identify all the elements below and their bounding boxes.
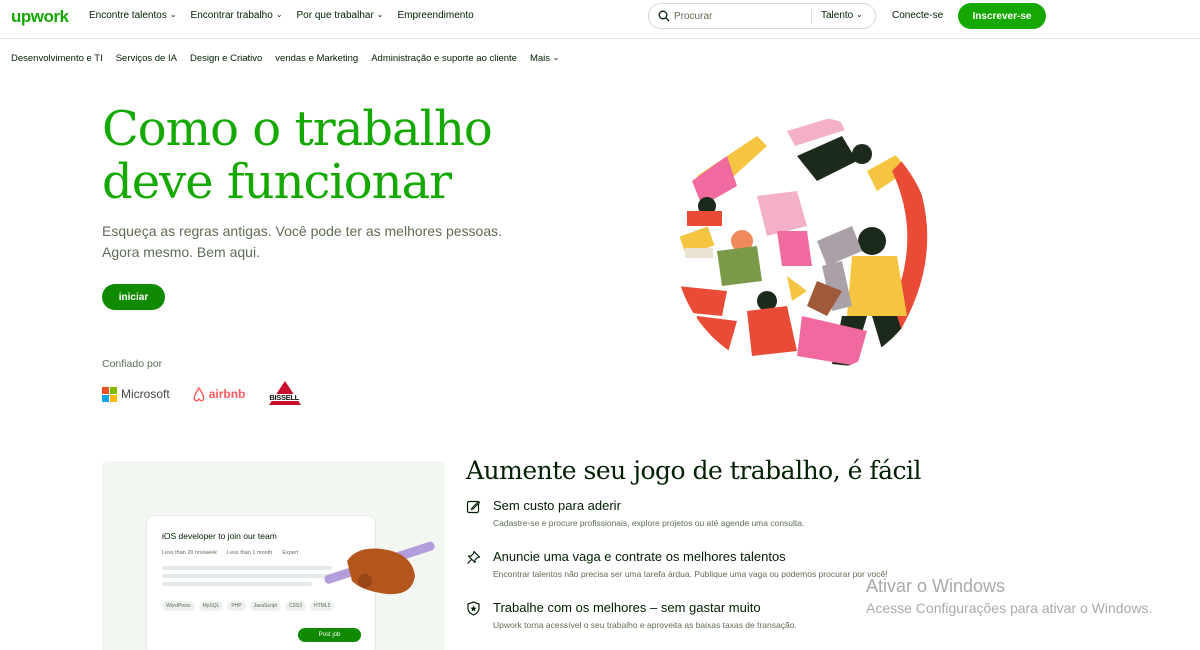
search-input[interactable]: Procurar: [674, 11, 712, 22]
nav-why-upwork[interactable]: Por que trabalhar ⌄: [297, 10, 384, 21]
upwork-logo[interactable]: upwork: [11, 7, 69, 27]
category-more[interactable]: Mais ⌄: [530, 53, 559, 64]
skill-tag: CSS3: [284, 601, 306, 611]
windows-activation-subtitle: Acesse Configurações para ativar o Windo…: [866, 600, 1153, 616]
trusted-by-label: Confiado por: [102, 358, 163, 370]
skill-tags: WordPress MySQL PHP JavaScript CSS3 HTML…: [162, 601, 335, 611]
section-title: Aumente seu jogo de trabalho, é fácil: [466, 456, 922, 485]
job-card-title: iOS developer to join our team: [162, 531, 277, 541]
skill-tag: JavaScript: [249, 601, 281, 611]
post-job-button: Post job: [298, 628, 361, 642]
category-sales-marketing[interactable]: vendas e Marketing: [275, 53, 358, 64]
bissell-logo: BISSELL: [267, 381, 304, 407]
chevron-down-icon: ⌄: [376, 10, 384, 19]
skill-tag: HTML5: [310, 601, 335, 611]
airbnb-icon: [193, 386, 205, 401]
edit-icon: [466, 500, 481, 514]
windows-activation-title: Ativar o Windows: [866, 576, 1006, 596]
nav-why-upwork-label: Por que trabalhar: [296, 10, 374, 21]
hero-illustration: [674, 116, 932, 374]
chevron-down-icon: ⌄: [275, 10, 283, 19]
signup-button[interactable]: Inscrever-se: [958, 3, 1046, 29]
search-bar[interactable]: Procurar Talento ⌄: [648, 3, 876, 29]
job-card-meta: Less than 20 hrs/week Less than 1 month …: [162, 550, 298, 556]
category-design-creative[interactable]: Design e Criativo: [190, 53, 262, 64]
hero-title-line-1: Como o trabalho: [102, 101, 493, 157]
chevron-down-icon: ⌄: [169, 10, 177, 19]
microsoft-logo-text: Microsoft: [121, 387, 170, 401]
main-nav: Encontre talentos ⌄ Encontrar trabalho ⌄ P…: [89, 10, 474, 21]
feature-title: Anuncie uma vaga e contrate os melhores …: [493, 549, 786, 564]
shield-star-icon: [467, 601, 480, 616]
pin-icon: [467, 550, 481, 564]
nav-enterprise-label: Empreendimento: [397, 10, 474, 21]
search-type-label: Talento: [821, 10, 854, 21]
category-admin-support[interactable]: Administração e suporte ao cliente: [371, 53, 517, 64]
search-icon: [658, 10, 670, 22]
feature-title: Sem custo para aderir: [493, 498, 621, 513]
hand-pencil-illustration: [324, 541, 435, 595]
category-dev-it[interactable]: Desenvolvimento e TI: [11, 53, 103, 64]
nav-enterprise[interactable]: Empreendimento: [398, 10, 474, 21]
hero-title: Como o trabalho deve funcionar: [102, 103, 562, 209]
microsoft-logo: Microsoft: [102, 386, 170, 402]
placeholder-line: [162, 582, 312, 586]
feature-description: Encontrar talentos não precisa ser uma t…: [493, 569, 888, 579]
client-logos: Microsoft airbnb BISSELL: [102, 381, 304, 407]
feature-description: Upwork torna acessível o seu trabalho e …: [493, 620, 797, 630]
hero-subtitle: Esqueça as regras antigas. Você pode ter…: [102, 221, 532, 263]
nav-divider: [0, 38, 1200, 39]
airbnb-logo: airbnb: [192, 386, 246, 402]
nav-find-work[interactable]: Encontrar trabalho ⌄: [191, 10, 283, 21]
skill-tag: MySQL: [198, 601, 224, 611]
login-link[interactable]: Conecte-se: [892, 10, 943, 21]
feature-description: Cadastre-se e procure profissionais, exp…: [493, 518, 805, 528]
search-divider: [811, 9, 812, 24]
placeholder-line: [162, 566, 332, 570]
top-nav: upwork Encontre talentos ⌄ Encontrar trab…: [0, 0, 1200, 33]
placeholder-line: [162, 574, 337, 578]
nav-find-talent-label: Encontre talentos: [89, 10, 167, 21]
job-meta-duration: Less than 1 month: [227, 550, 273, 556]
category-nav: Desenvolvimento e TI Serviços de IA Desi…: [11, 53, 559, 64]
hero-title-line-2: deve funcionar: [102, 154, 452, 210]
hero-subtitle-line-2: Agora mesmo. Bem aqui.: [102, 244, 260, 260]
skill-tag: PHP: [227, 601, 246, 611]
category-more-label: Mais: [529, 53, 551, 64]
search-type-select[interactable]: Talento ⌄: [821, 10, 863, 21]
category-ai-services[interactable]: Serviços de IA: [116, 53, 177, 64]
chevron-down-icon: ⌄: [856, 10, 863, 19]
chevron-down-icon: ⌄: [552, 53, 560, 62]
airbnb-logo-text: airbnb: [208, 387, 246, 401]
job-meta-level: Expert: [282, 550, 299, 556]
bissell-logo-text: BISSELL: [269, 393, 299, 402]
job-post-preview-card: iOS developer to join our team Less than…: [102, 461, 445, 650]
nav-find-talent[interactable]: Encontre talentos ⌄: [89, 10, 177, 21]
hero-subtitle-line-1: Esqueça as regras antigas. Você pode ter…: [102, 223, 503, 239]
skill-tag: WordPress: [162, 601, 195, 611]
get-started-button[interactable]: iniciar: [102, 284, 165, 310]
microsoft-grid-icon: [102, 386, 117, 402]
feature-title: Trabalhe com os melhores – sem gastar mu…: [493, 600, 761, 615]
job-meta-hours: Less than 20 hrs/week: [162, 550, 218, 556]
nav-find-work-label: Encontrar trabalho: [190, 10, 273, 21]
